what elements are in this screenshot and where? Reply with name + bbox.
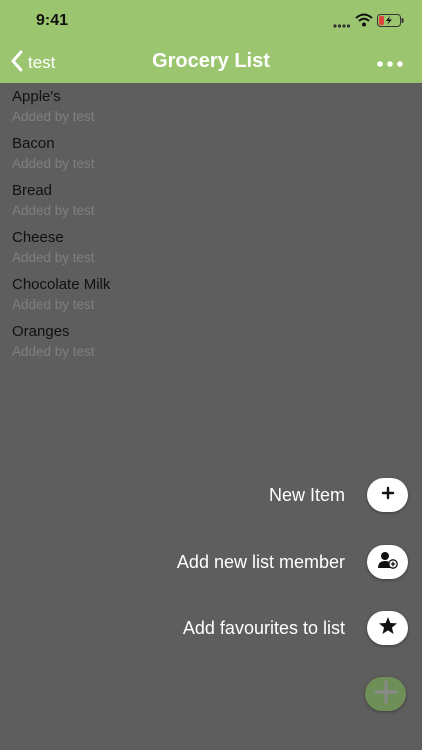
- new-item-button[interactable]: [367, 478, 408, 512]
- page-title: Grocery List: [152, 50, 270, 72]
- list-item[interactable]: Apple's Added by test: [0, 84, 422, 131]
- app-header: 9:41 test Grocery List: [0, 0, 422, 83]
- fab-label-add-member: Add new list member: [176, 551, 345, 572]
- item-name: Cheese: [12, 229, 64, 246]
- list-item[interactable]: Bacon Added by test: [0, 131, 422, 178]
- item-subtitle: Added by test: [12, 344, 95, 359]
- add-favourites-button[interactable]: [367, 611, 408, 645]
- navigation-bar: test Grocery List: [0, 42, 422, 83]
- item-subtitle: Added by test: [12, 156, 95, 171]
- fab-menu-new-item[interactable]: New Item: [269, 478, 408, 512]
- fab-label-add-favourites: Add favourites to list: [182, 617, 345, 638]
- star-icon: [378, 616, 398, 640]
- add-member-button[interactable]: [367, 545, 408, 579]
- list-item[interactable]: Chocolate Milk Added by test: [0, 272, 422, 319]
- status-time: 9:41: [36, 12, 69, 29]
- plus-icon: [381, 486, 395, 505]
- item-name: Chocolate Milk: [12, 276, 111, 293]
- battery-charging-icon: [377, 14, 405, 32]
- ellipsis-icon: [377, 54, 403, 72]
- wifi-icon: [355, 13, 373, 32]
- item-subtitle: Added by test: [12, 250, 95, 265]
- list-item[interactable]: Cheese Added by test: [0, 225, 422, 272]
- status-bar: 9:41: [0, 0, 422, 42]
- item-name: Bacon: [12, 135, 55, 152]
- add-person-icon: [377, 550, 399, 575]
- item-name: Bread: [12, 182, 53, 199]
- item-name: Apple's: [12, 88, 61, 105]
- fab-label-new-item: New Item: [268, 484, 345, 505]
- grocery-list: Apple's Added by test Bacon Added by tes…: [0, 84, 422, 366]
- main-fab-button[interactable]: [365, 677, 406, 711]
- cellular-dots-icon: [333, 16, 351, 34]
- plus-icon: [374, 680, 398, 709]
- item-name: Oranges: [12, 323, 70, 340]
- item-subtitle: Added by test: [12, 203, 95, 218]
- item-subtitle: Added by test: [12, 109, 95, 124]
- list-item[interactable]: Bread Added by test: [0, 178, 422, 225]
- item-subtitle: Added by test: [12, 297, 95, 312]
- list-item[interactable]: Oranges Added by test: [0, 319, 422, 366]
- fab-menu-add-favourites[interactable]: Add favourites to list: [183, 611, 408, 645]
- fab-menu-add-member[interactable]: Add new list member: [177, 545, 408, 579]
- more-button[interactable]: [374, 54, 406, 72]
